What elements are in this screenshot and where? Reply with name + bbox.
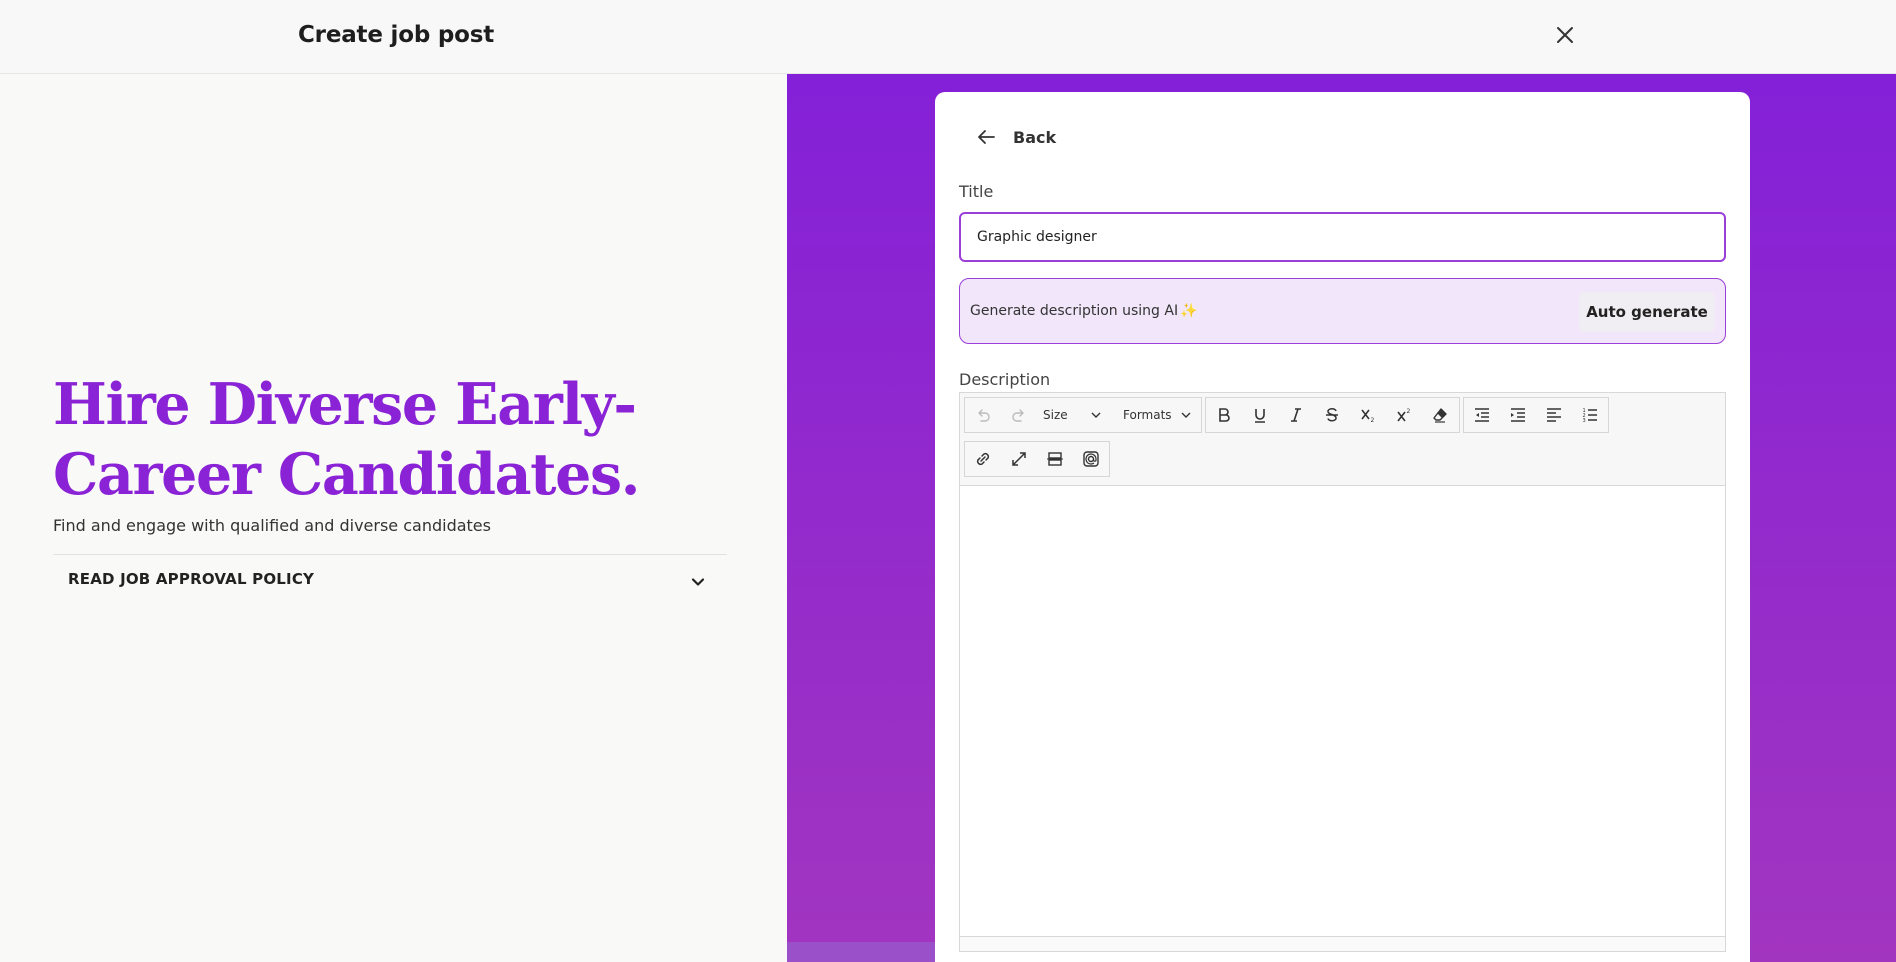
- ai-generate-label: Generate description using AI ✨: [970, 303, 1198, 319]
- outdent-icon: [1475, 408, 1489, 422]
- arrow-left-icon: [978, 130, 995, 144]
- svg-text:2: 2: [1371, 417, 1375, 424]
- subscript-icon: 2: [1361, 409, 1375, 424]
- panel-strip: [787, 942, 935, 962]
- hero-subtitle: Find and engage with qualified and diver…: [53, 516, 491, 535]
- size-select[interactable]: Size: [1037, 398, 1117, 432]
- outdent-button[interactable]: [1464, 398, 1500, 432]
- editor-statusbar: [960, 936, 1725, 951]
- undo-button[interactable]: [965, 398, 1001, 432]
- chevron-down-icon: [1181, 412, 1191, 418]
- toolbar-group-text-style: 2 2: [1205, 397, 1460, 433]
- italic-icon: [1291, 408, 1301, 422]
- strikethrough-icon: [1326, 408, 1338, 422]
- redo-icon: [1012, 409, 1024, 422]
- link-icon: [976, 452, 990, 466]
- policy-label: READ JOB APPROVAL POLICY: [68, 570, 315, 588]
- size-select-label: Size: [1043, 408, 1068, 422]
- svg-text:2: 2: [1407, 408, 1411, 415]
- underline-icon: [1255, 409, 1265, 423]
- strikethrough-button[interactable]: [1314, 398, 1350, 432]
- indent-icon: [1511, 408, 1525, 422]
- toolbar-group-history-format: Size Formats: [964, 397, 1202, 433]
- close-icon: [1557, 27, 1573, 43]
- ordered-list-icon: 123: [1583, 408, 1597, 424]
- hero-title: Hire Diverse Early-Career Candidates.: [53, 371, 641, 508]
- page-title: Create job post: [298, 22, 495, 48]
- superscript-button[interactable]: 2: [1386, 398, 1422, 432]
- chevron-down-icon: [691, 578, 705, 586]
- description-editor: Size Formats 2 2 1 2 3: [959, 392, 1726, 952]
- link-button[interactable]: [965, 442, 1001, 476]
- back-button[interactable]: Back: [975, 122, 1056, 152]
- left-panel: Hire Diverse Early-Career Candidates. Fi…: [0, 74, 787, 962]
- undo-icon: [978, 409, 990, 422]
- italic-button[interactable]: [1278, 398, 1314, 432]
- align-left-icon: [1547, 408, 1561, 422]
- bold-button[interactable]: [1206, 398, 1242, 432]
- block-button[interactable]: [1037, 442, 1073, 476]
- title-input[interactable]: [959, 212, 1726, 262]
- eraser-icon: [1433, 408, 1447, 423]
- subscript-button[interactable]: 2: [1350, 398, 1386, 432]
- ai-generate-box: Generate description using AI ✨ Auto gene…: [959, 278, 1726, 344]
- description-textarea[interactable]: [960, 486, 1725, 936]
- toolbar-group-paragraph: 123: [1463, 397, 1609, 433]
- formats-select-label: Formats: [1123, 408, 1172, 422]
- description-label: Description: [959, 370, 1051, 389]
- sparkle-icon: ✨: [1180, 303, 1198, 319]
- back-label: Back: [1013, 127, 1057, 147]
- layout-block-icon: [1047, 452, 1063, 466]
- svg-text:3: 3: [1583, 418, 1586, 424]
- fullscreen-button[interactable]: [1001, 442, 1037, 476]
- editor-toolbar: Size Formats 2 2 1 2 3: [960, 393, 1725, 486]
- ordered-list-button[interactable]: 123: [1572, 398, 1608, 432]
- underline-button[interactable]: [1242, 398, 1278, 432]
- indent-button[interactable]: [1500, 398, 1536, 432]
- at-sign-icon: [1083, 451, 1099, 467]
- job-form-card: Back Title Generate description using AI…: [935, 92, 1750, 962]
- toolbar-group-insert: [964, 441, 1110, 477]
- top-bar: Create job post: [0, 0, 1896, 74]
- expand-icon: [1012, 452, 1026, 466]
- auto-generate-button[interactable]: Auto generate: [1579, 292, 1715, 332]
- bold-icon: [1219, 408, 1230, 422]
- mention-button[interactable]: [1073, 442, 1109, 476]
- title-label: Title: [959, 182, 994, 201]
- clear-format-button[interactable]: [1422, 398, 1458, 432]
- superscript-icon: 2: [1397, 408, 1411, 422]
- formats-select[interactable]: Formats: [1117, 398, 1201, 432]
- redo-button[interactable]: [1001, 398, 1037, 432]
- chevron-down-icon: [1091, 412, 1101, 418]
- align-left-button[interactable]: [1536, 398, 1572, 432]
- close-button[interactable]: [1550, 20, 1580, 50]
- job-approval-policy-accordion[interactable]: READ JOB APPROVAL POLICY: [53, 554, 727, 610]
